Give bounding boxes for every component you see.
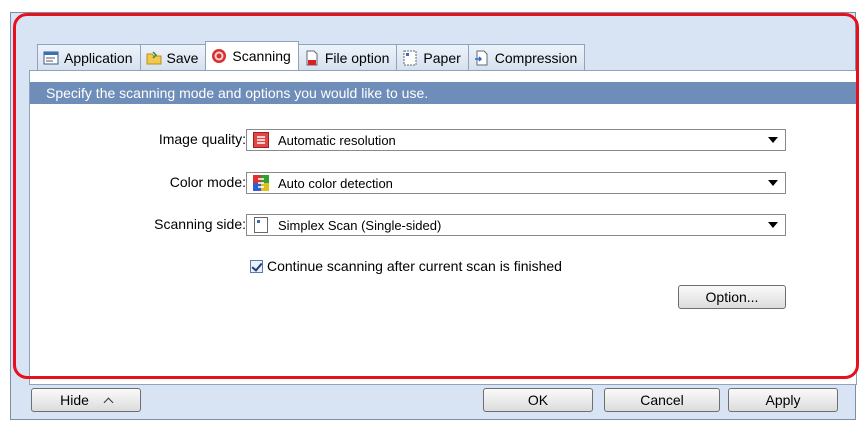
continue-scanning-label: Continue scanning after current scan is …: [267, 258, 562, 274]
compression-icon: [474, 50, 490, 66]
color-mode-icon: [253, 175, 269, 191]
tab-label: Paper: [423, 49, 461, 66]
scan-settings-window: Application Save Scanning File option Pa…: [10, 12, 857, 420]
scanning-side-value: Simplex Scan (Single-sided): [278, 217, 442, 233]
tab-scanning[interactable]: Scanning: [205, 41, 299, 70]
chevron-up-icon: [103, 397, 114, 407]
image-quality-dropdown[interactable]: Automatic resolution: [246, 129, 786, 151]
color-mode-value: Auto color detection: [278, 175, 393, 191]
tab-label: Scanning: [232, 48, 291, 64]
dropdown-arrow-icon: [768, 137, 778, 143]
color-mode-label: Color mode:: [169, 174, 246, 190]
cancel-button[interactable]: Cancel: [604, 388, 720, 412]
color-mode-dropdown[interactable]: Auto color detection: [246, 172, 786, 194]
color-mode-row: Color mode: Auto color detection: [30, 172, 856, 194]
tab-file-option[interactable]: File option: [297, 44, 398, 70]
scanning-side-row: Scanning side: Simplex Scan (Single-side…: [30, 214, 856, 236]
dropdown-arrow-icon: [768, 180, 778, 186]
image-quality-label: Image quality:: [158, 131, 246, 147]
ok-button[interactable]: OK: [483, 388, 593, 412]
hide-button[interactable]: Hide: [31, 388, 141, 412]
tab-paper[interactable]: Paper: [396, 44, 469, 70]
image-quality-row: Image quality: Automatic resolution: [30, 129, 856, 151]
dropdown-arrow-icon: [768, 222, 778, 228]
instruction-banner: Specify the scanning mode and options yo…: [30, 82, 856, 104]
image-quality-value: Automatic resolution: [278, 132, 396, 148]
tab-bar: Application Save Scanning File option Pa…: [37, 41, 586, 70]
file-option-icon: [304, 50, 320, 66]
tab-label: Application: [64, 49, 133, 66]
apply-button[interactable]: Apply: [728, 388, 838, 412]
continue-scanning-row: Continue scanning after current scan is …: [250, 258, 562, 274]
image-quality-icon: [253, 132, 269, 148]
option-button[interactable]: Option...: [678, 285, 786, 309]
paper-icon: [402, 50, 418, 66]
application-icon: [43, 50, 59, 66]
simplex-scan-icon: [253, 217, 269, 233]
hide-button-label: Hide: [60, 392, 89, 408]
folder-icon: [146, 50, 162, 66]
tab-application[interactable]: Application: [37, 44, 141, 70]
scanning-panel: Specify the scanning mode and options yo…: [29, 70, 857, 385]
tab-save[interactable]: Save: [139, 44, 207, 70]
scanning-side-dropdown[interactable]: Simplex Scan (Single-sided): [246, 214, 786, 236]
continue-scanning-checkbox[interactable]: [250, 259, 263, 273]
scanning-side-label: Scanning side:: [154, 216, 246, 232]
scanning-icon: [211, 48, 227, 64]
tab-compression[interactable]: Compression: [467, 44, 586, 70]
tab-label: File option: [324, 49, 390, 66]
tab-label: Save: [166, 49, 199, 66]
tab-label: Compression: [494, 49, 578, 66]
